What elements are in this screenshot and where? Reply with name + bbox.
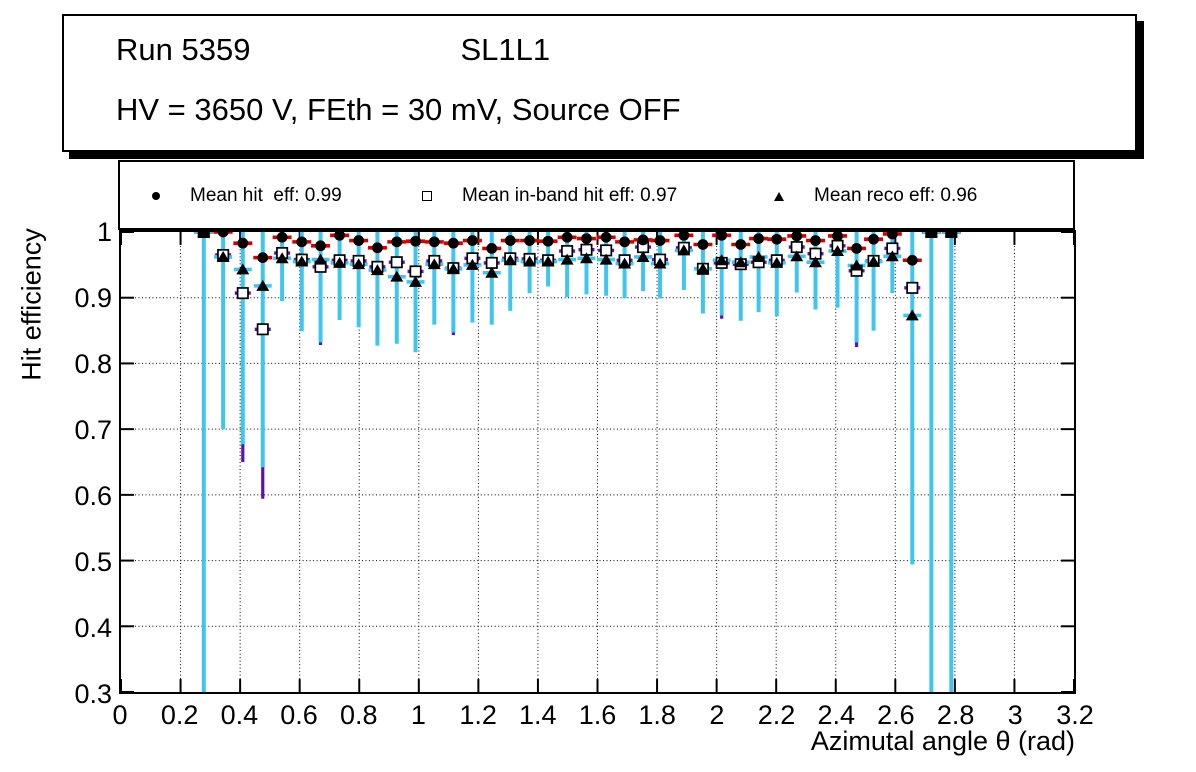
- filled-circle-icon: [152, 192, 160, 200]
- legend: Mean hit eff: 0.99 Mean in-band hit eff:…: [118, 160, 1075, 230]
- x-axis-title: Azimutal angle θ (rad): [810, 726, 1075, 756]
- run-label: Run 5359: [116, 32, 251, 67]
- y-tick-label: 0.6: [74, 481, 112, 511]
- legend-entry-reco: Mean reco eff: 0.96: [774, 184, 977, 208]
- title-box: Run 5359 SL1L1 HV = 3650 V, FEth = 30 mV,…: [62, 14, 1137, 152]
- chart-canvas: [121, 232, 1074, 692]
- filled-triangle-icon: [774, 191, 784, 201]
- legend-label-hit: Mean hit eff: 0.99: [190, 185, 342, 206]
- y-tick-label: 0.5: [74, 547, 112, 577]
- y-tick-label: 0.3: [74, 679, 112, 709]
- conditions-label: HV = 3650 V, FEth = 30 mV, Source OFF: [116, 92, 681, 127]
- y-axis-title: Hit efficiency: [16, 228, 47, 381]
- legend-label-reco: Mean reco eff: 0.96: [814, 185, 978, 206]
- root-canvas: Run 5359 SL1L1 HV = 3650 V, FEth = 30 mV,…: [0, 0, 1196, 772]
- y-tick-label: 0.7: [74, 415, 112, 445]
- plot-frame: [119, 230, 1076, 694]
- legend-entry-inband: Mean in-band hit eff: 0.97: [422, 184, 677, 208]
- y-tick-label: 0.4: [74, 613, 112, 643]
- title-line-1: Run 5359 SL1L1: [116, 32, 550, 68]
- legend-entry-hit: Mean hit eff: 0.99: [152, 184, 342, 208]
- layer-label: SL1L1: [460, 32, 551, 67]
- open-square-icon: [422, 191, 432, 201]
- legend-label-inband: Mean in-band hit eff: 0.97: [462, 185, 678, 206]
